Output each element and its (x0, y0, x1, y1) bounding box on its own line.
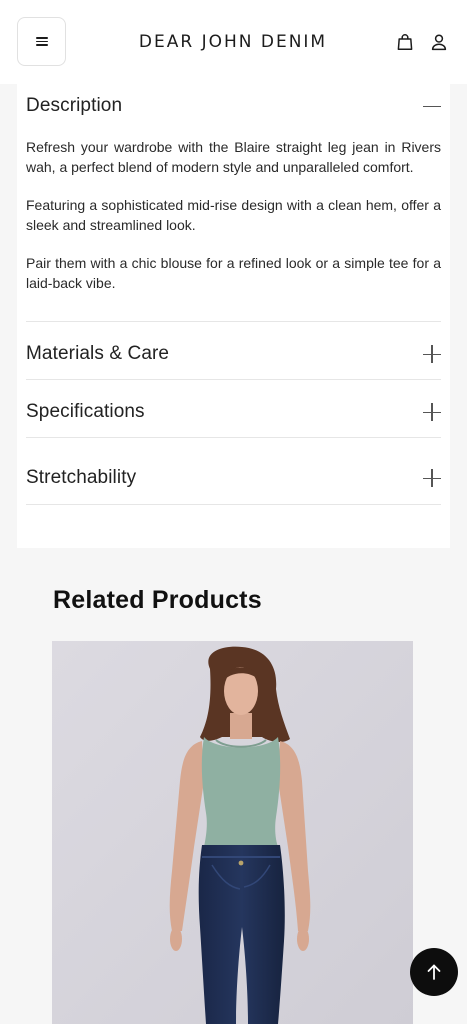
description-paragraph: Refresh your wardrobe with the Blaire st… (26, 139, 441, 175)
accordion-description-header[interactable]: Description (26, 94, 441, 118)
divider (26, 504, 441, 505)
accordion-specifications-header[interactable]: Specifications (26, 400, 441, 424)
brand-logo[interactable]: DEAR JOHN DENIM (139, 32, 327, 52)
description-paragraph: Featuring a sophisticated mid-rise desig… (26, 197, 441, 233)
accordion-materials-header[interactable]: Materials & Care (26, 342, 441, 366)
divider (26, 321, 441, 322)
user-icon[interactable] (430, 33, 448, 51)
accordion-title-materials: Materials & Care (26, 343, 170, 364)
divider (26, 379, 441, 380)
shopping-bag-icon[interactable] (396, 33, 414, 51)
menu-button[interactable] (17, 17, 66, 66)
accordion-title-stretchability: Stretchability (26, 467, 137, 488)
product-page: DEAR JOHN DENIM Description Refresh your… (0, 0, 467, 1024)
hamburger-menu-icon (35, 37, 48, 46)
plus-icon[interactable] (423, 345, 441, 363)
plus-icon[interactable] (423, 403, 441, 421)
divider (26, 437, 441, 438)
product-details-accordion: Description Refresh your wardrobe with t… (17, 84, 450, 548)
description-paragraph: Pair them with a chic blouse for a refin… (26, 255, 441, 291)
product-model-illustration (52, 641, 413, 1024)
arrow-up-icon (427, 964, 441, 980)
description-body: Refresh your wardrobe with the Blaire st… (26, 138, 441, 312)
related-product-image[interactable] (52, 641, 413, 1024)
minus-icon[interactable] (423, 97, 441, 115)
accordion-title-specifications: Specifications (26, 401, 145, 422)
site-header: DEAR JOHN DENIM (0, 0, 467, 84)
accordion-title-description: Description (26, 95, 123, 116)
scroll-to-top-button[interactable] (410, 948, 458, 996)
plus-icon[interactable] (423, 469, 441, 487)
accordion-stretchability-header[interactable]: Stretchability (26, 466, 441, 490)
related-products-heading: Related Products (53, 586, 262, 614)
